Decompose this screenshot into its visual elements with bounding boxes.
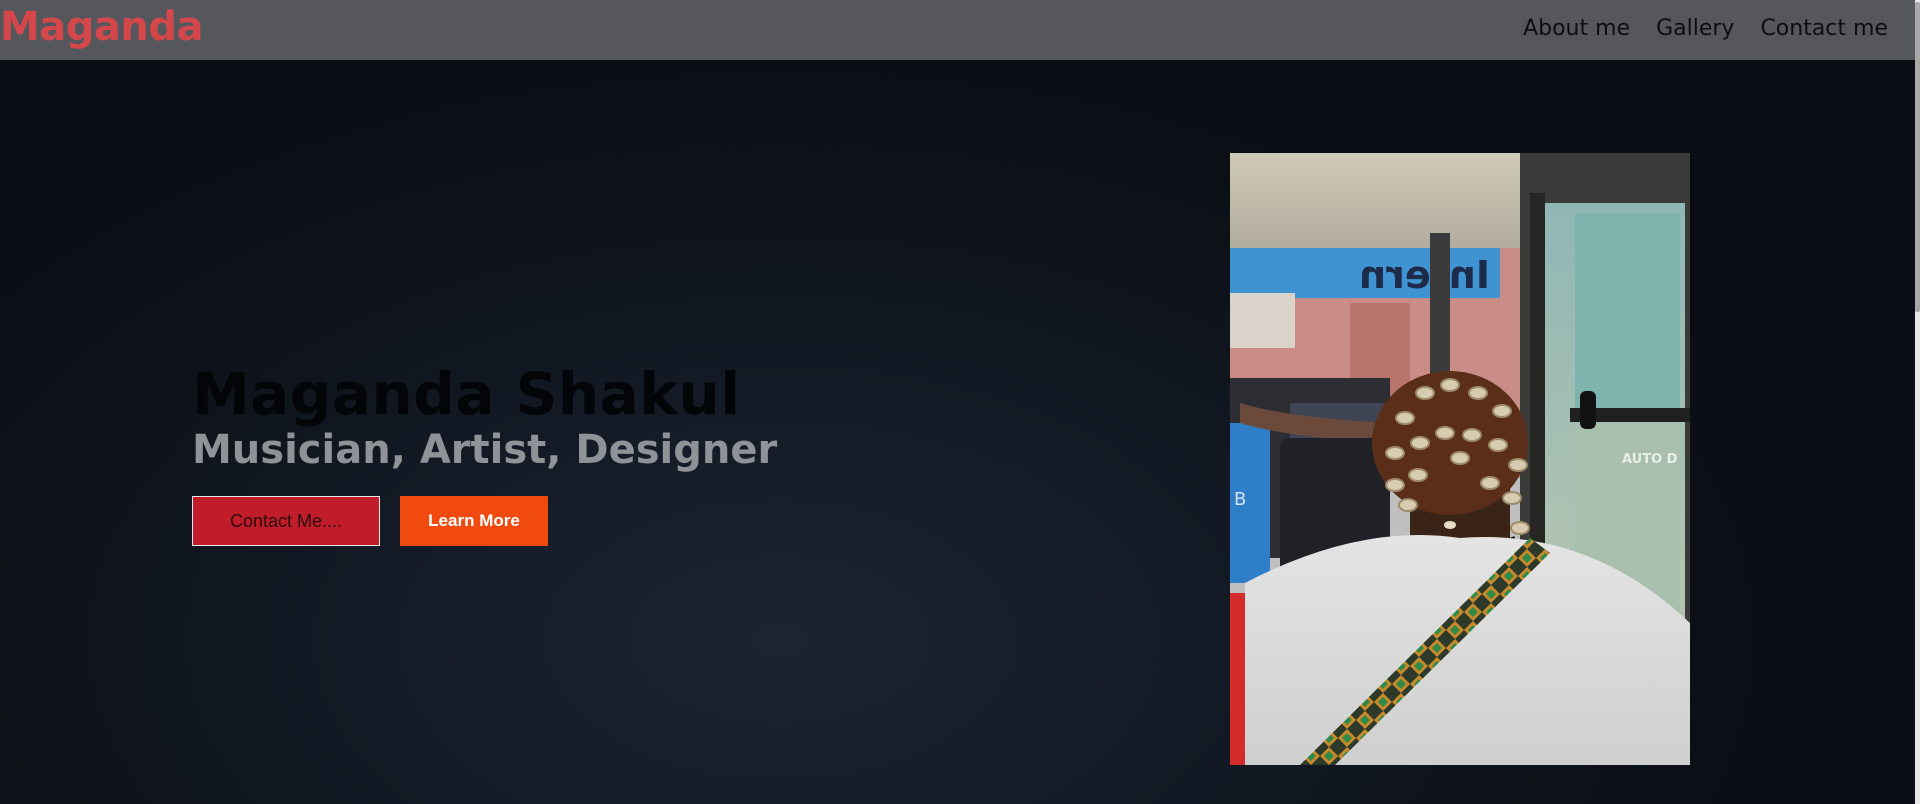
photo-sign-text: Intern (1359, 253, 1490, 297)
nav-link-gallery[interactable]: Gallery (1656, 16, 1734, 41)
hero-subtitle: Musician, Artist, Designer (192, 427, 778, 473)
page-viewport: Maganda About me Gallery Contact me Maga… (0, 0, 1915, 804)
nav-link-about[interactable]: About me (1523, 16, 1630, 41)
hero-section: Maganda Shakul Musician, Artist, Designe… (192, 358, 777, 546)
navbar: Maganda About me Gallery Contact me (0, 0, 1915, 60)
scrollbar-thumb[interactable] (1915, 2, 1920, 312)
page-scrollbar[interactable] (1915, 0, 1920, 804)
nav-links: About me Gallery Contact me (1523, 16, 1915, 41)
photo-window-text: AUTO D (1622, 452, 1678, 467)
hero-buttons: Contact Me.... Learn More (192, 496, 777, 546)
hero-photo: Intern B AUTO D (1230, 153, 1690, 765)
nav-link-contact[interactable]: Contact me (1760, 16, 1888, 41)
contact-me-button[interactable]: Contact Me.... (192, 496, 380, 546)
brand-logo[interactable]: Maganda (0, 0, 204, 57)
photo-cylinder-text: B (1234, 489, 1246, 510)
learn-more-button[interactable]: Learn More (400, 496, 548, 546)
hero-title: Maganda Shakul (192, 360, 741, 428)
